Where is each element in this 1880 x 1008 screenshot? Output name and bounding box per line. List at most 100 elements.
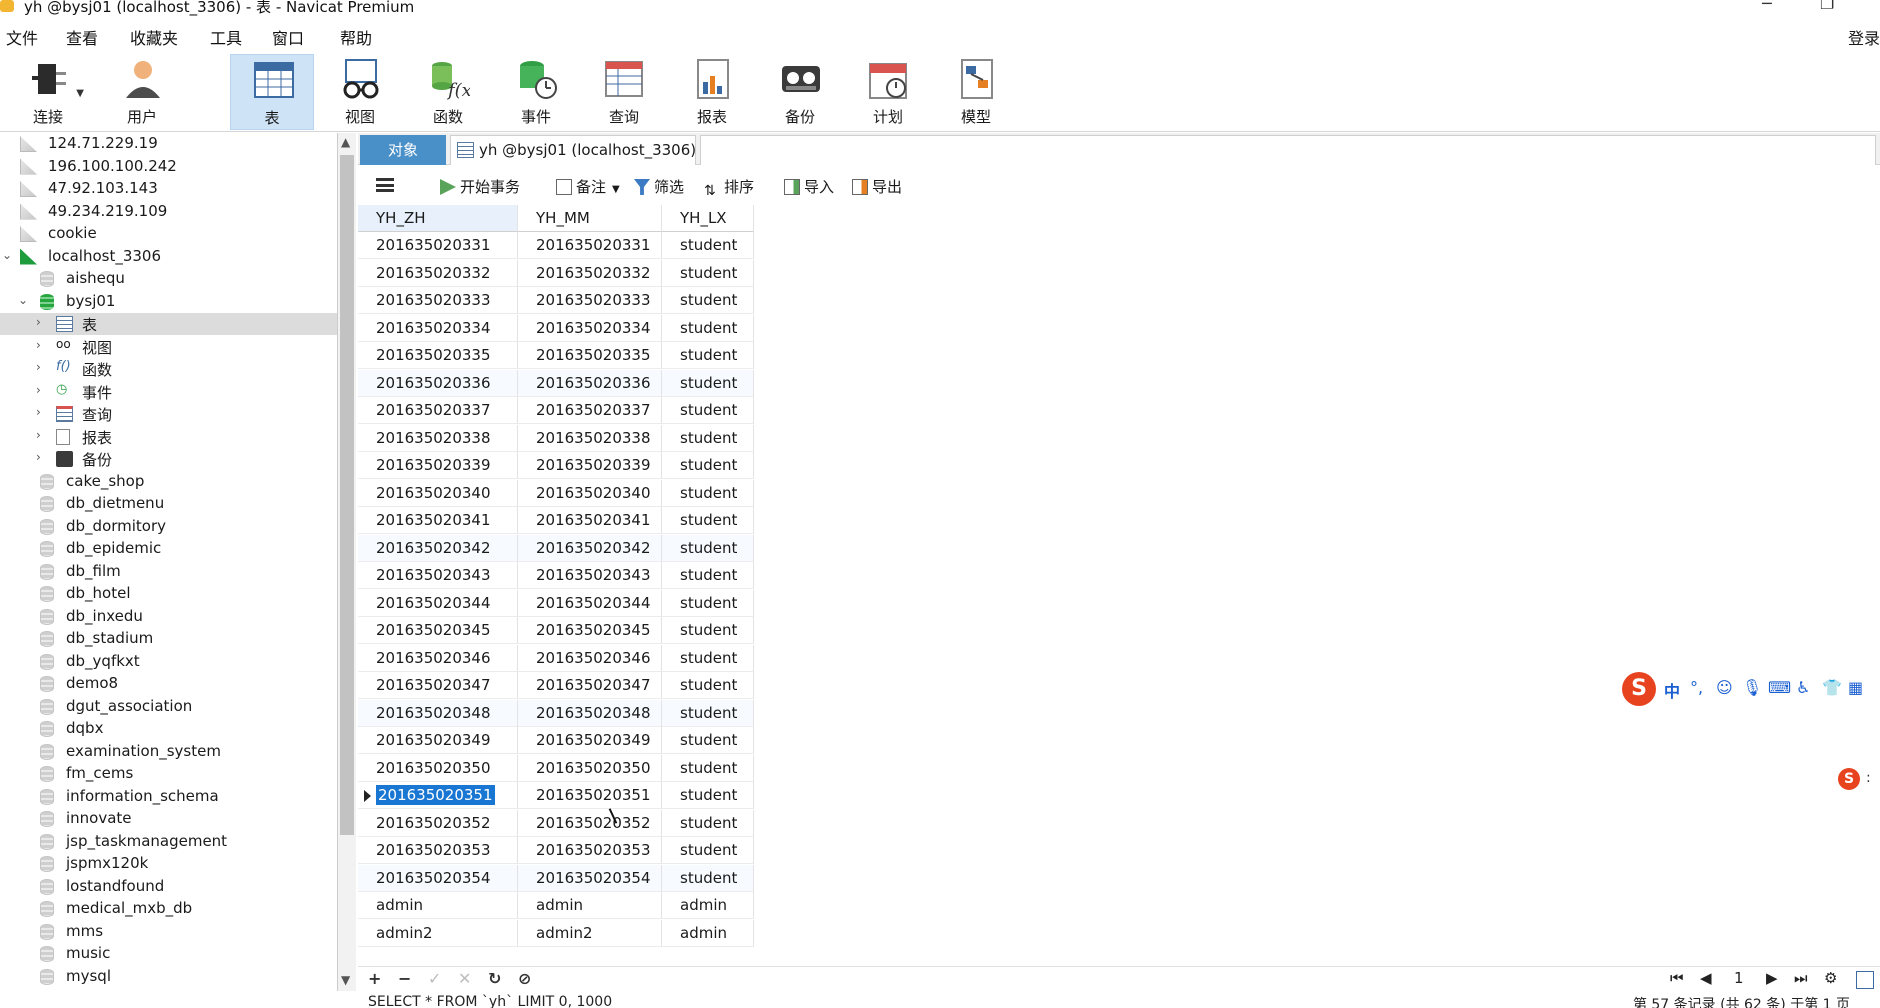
table-row[interactable]: 201635020346 201635020346 student [358, 644, 754, 672]
table-cell[interactable]: 201635020345 [518, 617, 662, 644]
table-cell[interactable]: 201635020341 [518, 507, 662, 534]
table-cell[interactable]: 201635020341 [358, 507, 518, 534]
table-row[interactable]: 201635020352 201635020352 student [358, 809, 754, 837]
table-cell[interactable]: 201635020354 [358, 864, 518, 892]
table-cell[interactable]: 201635020331 [518, 232, 662, 259]
tree-item-db-bysj01[interactable]: ⌄ bysj01 [0, 291, 337, 313]
scroll-up-icon[interactable]: ▲ [341, 135, 350, 149]
table-cell[interactable]: 201635020338 [518, 424, 662, 452]
chevron-right-icon[interactable]: › [36, 428, 48, 442]
tree-item-db-innovate[interactable]: innovate [0, 808, 337, 830]
menu-file[interactable]: 文件 [6, 25, 38, 49]
table-cell[interactable]: 201635020335 [358, 342, 518, 369]
import-button[interactable]: 导入 [784, 176, 834, 197]
table-row[interactable]: 201635020331 201635020331 student [358, 232, 754, 259]
table-cell[interactable]: student [662, 232, 754, 259]
table-cell[interactable]: 201635020344 [358, 589, 518, 617]
table-cell[interactable]: student [662, 314, 754, 342]
table-row[interactable]: 201635020332 201635020332 student [358, 259, 754, 287]
tab-objects[interactable]: 对象 [360, 135, 446, 165]
table-row[interactable]: 201635020345 201635020345 student [358, 617, 754, 644]
tree-item-db-information-schema[interactable]: information_schema [0, 786, 337, 808]
next-page-icon[interactable]: ▶ [1766, 969, 1778, 987]
table-cell[interactable]: 201635020353 [518, 837, 662, 864]
add-record-button[interactable]: + [368, 969, 381, 988]
table-cell[interactable]: 201635020343 [518, 562, 662, 589]
table-row[interactable]: 201635020341 201635020341 student [358, 507, 754, 534]
refresh-button[interactable]: ↻ [488, 969, 501, 988]
ime-voice-icon[interactable]: 🎙 [1742, 678, 1762, 697]
toolbar-view-button[interactable]: 视图 [318, 54, 402, 130]
table-cell[interactable]: 201635020339 [518, 452, 662, 479]
tree-item-db-jsp-taskmanagement[interactable]: jsp_taskmanagement [0, 831, 337, 853]
table-cell[interactable]: student [662, 369, 754, 397]
table-row[interactable]: 201635020333 201635020333 student [358, 287, 754, 314]
table-cell[interactable]: student [662, 837, 754, 864]
table-cell[interactable]: student [662, 424, 754, 452]
ime-mini-toolbar[interactable]: S : [1838, 768, 1880, 796]
table-cell[interactable]: admin [518, 892, 662, 919]
tree-item-db-dormitory[interactable]: db_dormitory [0, 516, 337, 538]
tree-item-connection-2[interactable]: 196.100.100.242 [0, 156, 337, 178]
chevron-right-icon[interactable]: › [36, 383, 48, 397]
table-row[interactable]: 201635020335 201635020335 student [358, 342, 754, 369]
table-cell[interactable]: 201635020338 [358, 424, 518, 452]
minimize-button[interactable]: ─ [1762, 0, 1772, 13]
tree-item-queries[interactable]: › 查询 [0, 403, 337, 425]
memo-dropdown-caret[interactable]: ▼ [612, 184, 620, 195]
first-page-icon[interactable]: ⏮ [1670, 969, 1684, 987]
toolbar-connect-button[interactable]: ▼ 连接 [6, 54, 90, 130]
column-header-yh-zh[interactable]: YH_ZH [358, 205, 518, 232]
delete-record-button[interactable]: − [398, 969, 411, 988]
table-cell[interactable]: student [662, 479, 754, 507]
table-cell[interactable]: 201635020342 [518, 534, 662, 562]
table-cell[interactable]: 201635020352 [518, 809, 662, 837]
tree-item-db-aishequ[interactable]: aishequ [0, 268, 337, 290]
table-cell[interactable]: student [662, 452, 754, 479]
stop-button[interactable]: ⊘ [518, 969, 531, 988]
column-header-yh-lx[interactable]: YH_LX [662, 205, 754, 232]
page-number-field[interactable]: 1 [1734, 969, 1744, 987]
memo-button[interactable]: 备注 ▼ [556, 176, 620, 197]
table-cell[interactable]: student [662, 782, 754, 809]
table-row[interactable]: 201635020337 201635020337 student [358, 397, 754, 424]
chevron-right-icon[interactable]: › [36, 315, 48, 329]
ime-chinese-mode[interactable]: 中 [1664, 678, 1680, 702]
tree-item-db-yqfkxt[interactable]: db_yqfkxt [0, 651, 337, 673]
menu-help[interactable]: 帮助 [340, 25, 372, 49]
toolbar-query-button[interactable]: 查询 [582, 54, 666, 130]
table-cell[interactable]: 201635020334 [518, 314, 662, 342]
tree-item-db-film[interactable]: db_film [0, 561, 337, 583]
table-cell[interactable]: 201635020335 [518, 342, 662, 369]
tree-item-db-stadium[interactable]: db_stadium [0, 628, 337, 650]
table-row[interactable]: 201635020350 201635020350 student [358, 754, 754, 782]
table-row[interactable]: 201635020340 201635020340 student [358, 479, 754, 507]
table-row[interactable]: 201635020336 201635020336 student [358, 369, 754, 397]
table-cell[interactable]: 201635020342 [358, 534, 518, 562]
table-cell[interactable]: 201635020344 [518, 589, 662, 617]
filter-button[interactable]: 筛选 [634, 176, 684, 197]
table-cell[interactable]: 201635020349 [358, 727, 518, 754]
table-cell[interactable]: admin [358, 892, 518, 919]
tree-item-db-fm-cems[interactable]: fm_cems [0, 763, 337, 785]
table-row[interactable]: 201635020351 201635020351 student [358, 782, 754, 809]
table-cell[interactable]: student [662, 342, 754, 369]
tree-item-tables[interactable]: › 表 [0, 313, 337, 335]
table-cell[interactable]: 201635020333 [518, 287, 662, 314]
connect-dropdown-caret[interactable]: ▼ [76, 88, 84, 99]
tree-item-db-examination-system[interactable]: examination_system [0, 741, 337, 763]
toolbar-schedule-button[interactable]: 计划 [846, 54, 930, 130]
menu-hamburger-icon[interactable] [376, 178, 394, 192]
table-cell[interactable]: 201635020340 [518, 479, 662, 507]
table-cell[interactable]: 201635020347 [518, 672, 662, 699]
column-header-yh-mm[interactable]: YH_MM [518, 205, 662, 232]
table-cell[interactable]: student [662, 507, 754, 534]
tree-item-db-lostandfound[interactable]: lostandfound [0, 876, 337, 898]
table-cell[interactable]: student [662, 672, 754, 699]
table-cell[interactable]: 201635020351 [358, 782, 518, 809]
table-cell[interactable]: student [662, 754, 754, 782]
table-cell[interactable]: admin2 [518, 919, 662, 947]
table-cell[interactable]: 201635020336 [358, 369, 518, 397]
prev-page-icon[interactable]: ◀ [1700, 969, 1712, 987]
table-cell[interactable]: 201635020354 [518, 864, 662, 892]
